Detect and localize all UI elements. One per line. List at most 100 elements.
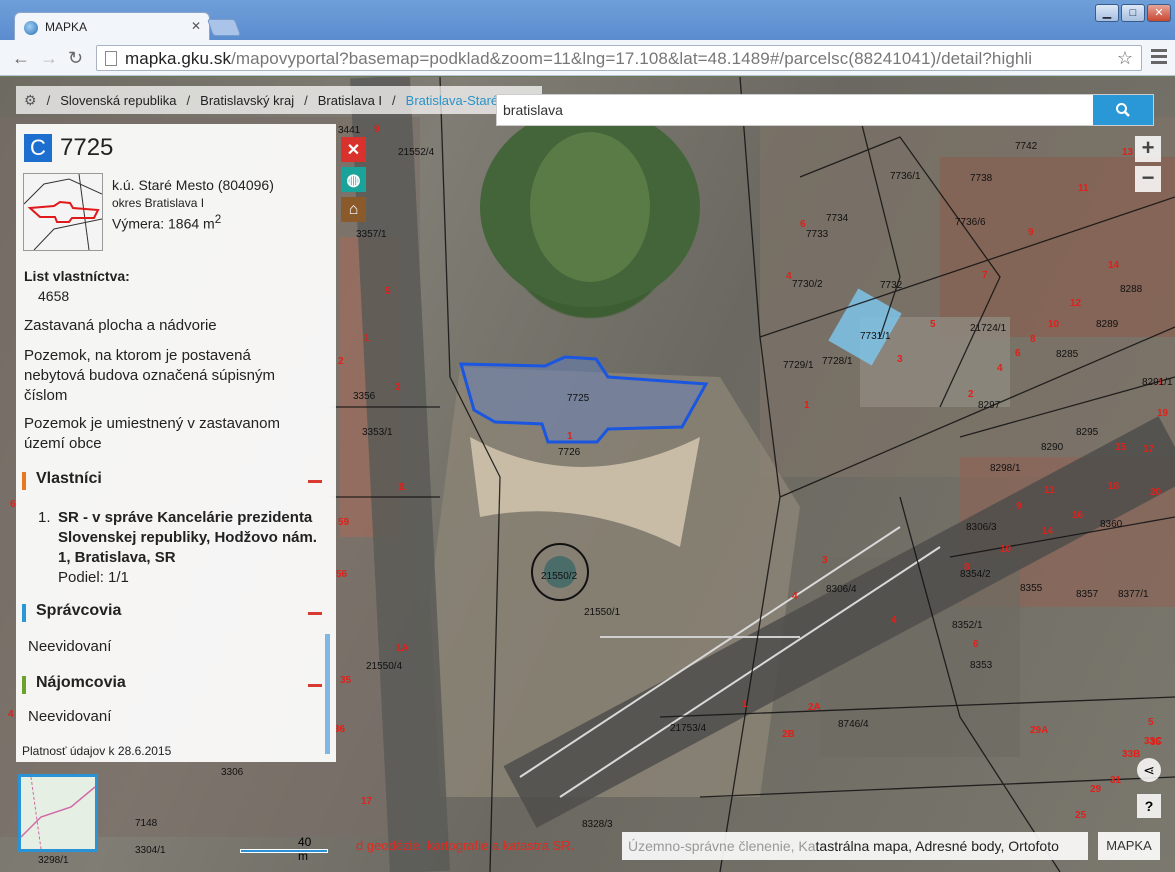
svg-text:7728/1: 7728/1 [822,356,853,367]
zoom-in-button[interactable]: + [1135,136,1161,162]
svg-text:2: 2 [338,356,344,367]
svg-text:7729/1: 7729/1 [783,360,814,371]
bookmark-star-icon[interactable]: ☆ [1117,48,1133,69]
najomcovia-value: Neevidovaní [28,708,112,725]
svg-text:8354/2: 8354/2 [960,569,991,580]
breadcrumb-item-district[interactable]: Bratislava I [318,93,382,108]
svg-text:3441: 3441 [338,125,361,136]
svg-text:7738: 7738 [970,173,993,184]
close-panel-button[interactable]: ✕ [341,137,366,162]
ownership-sheet-label: List vlastníctva: [24,268,130,284]
svg-text:8306/4: 8306/4 [826,584,857,595]
section-najomcovia[interactable]: Nájomcovia [22,674,322,696]
search-input[interactable] [501,101,1081,119]
overview-minimap[interactable] [18,774,98,852]
svg-text:59: 59 [338,517,350,528]
svg-text:10: 10 [1000,544,1012,555]
browser-menu-icon[interactable] [1151,49,1167,67]
svg-text:21550/1: 21550/1 [584,607,621,618]
breadcrumb-item-region[interactable]: Bratislavský kraj [200,93,294,108]
svg-text:9: 9 [1028,227,1034,238]
svg-text:7736/6: 7736/6 [955,217,986,228]
page-icon [105,51,117,66]
settings-icon[interactable]: ⚙ [24,92,37,109]
spravcovia-value: Neevidovaní [28,638,112,655]
collapse-icon[interactable] [308,684,322,687]
svg-text:8357: 8357 [1076,589,1099,600]
svg-text:8353: 8353 [970,660,993,671]
svg-text:8295: 8295 [1076,427,1099,438]
home-icon: ⌂ [348,200,359,218]
owner-share: Podiel: 1/1 [58,569,129,586]
new-tab-button[interactable] [206,19,242,36]
svg-text:11: 11 [1078,183,1089,194]
collapse-icon[interactable] [308,480,322,483]
svg-text:4: 4 [792,591,798,602]
svg-text:5: 5 [385,286,391,297]
maximize-button[interactable]: □ [1121,4,1145,22]
svg-text:7726: 7726 [558,447,581,458]
help-icon[interactable]: ? [1137,794,1161,818]
svg-text:8352/1: 8352/1 [952,620,983,631]
svg-text:11: 11 [1044,485,1055,496]
svg-text:2A: 2A [808,702,821,713]
address-bar[interactable]: mapka.gku.sk/mapovyportal?basemap=podkla… [96,45,1142,71]
collapse-icon[interactable] [308,612,322,615]
svg-text:21724/1: 21724/1 [970,323,1007,334]
svg-text:12: 12 [1070,298,1082,309]
search-button[interactable] [1093,95,1153,125]
parcel-thumbnail[interactable] [23,173,103,251]
svg-text:8289: 8289 [1096,319,1119,330]
active-layers[interactable]: Územno-správne členenie, Katastrálna map… [622,832,1088,860]
home-button[interactable]: ⌂ [341,197,366,222]
svg-text:7725: 7725 [567,393,590,404]
svg-text:8: 8 [1030,334,1036,345]
svg-text:4: 4 [891,615,897,626]
svg-text:1: 1 [364,333,370,344]
svg-text:5: 5 [930,319,936,330]
attribution-text[interactable]: d geodézie, kartografie a katastra SR. [356,838,574,853]
svg-text:29: 29 [1090,784,1102,795]
svg-text:10: 10 [1048,319,1060,330]
window-close-button[interactable]: ✕ [1147,4,1171,22]
svg-text:25: 25 [1075,810,1087,821]
svg-text:4: 4 [8,709,14,720]
district: okres Bratislava I [112,196,205,210]
panel-toolbar: ✕ ◍ ⌂ [341,137,366,227]
svg-text:3356: 3356 [353,391,376,402]
svg-text:1: 1 [398,482,404,493]
svg-text:21550/4: 21550/4 [366,661,403,672]
svg-text:56: 56 [336,569,348,580]
svg-text:18: 18 [1108,481,1120,492]
section-vlastnici[interactable]: Vlastníci [22,470,322,492]
svg-text:1: 1 [567,431,573,442]
svg-text:3298/1: 3298/1 [38,855,69,866]
svg-text:7736/1: 7736/1 [890,171,921,182]
back-arrow-icon[interactable]: ← [12,48,30,69]
svg-text:8377/1: 8377/1 [1118,589,1149,600]
mapka-button[interactable]: MAPKA [1098,832,1160,860]
share-icon[interactable]: ⋖ [1137,758,1161,782]
svg-text:16: 16 [1072,510,1084,521]
land-note-urban: Pozemok je umiestnený v zastavanom území… [24,415,280,452]
area: Výmera: 1864 m2 [112,213,222,232]
svg-text:13: 13 [1122,147,1134,158]
breadcrumb-item-country[interactable]: Slovenská republika [60,93,176,108]
svg-text:20: 20 [1150,487,1162,498]
reload-icon[interactable]: ↻ [68,48,83,69]
land-note-building: Pozemok, na ktorom je postavená nebytová… [24,347,276,404]
minimize-button[interactable]: ▁ [1095,4,1119,22]
ownership-sheet-value[interactable]: 4658 [38,288,69,304]
svg-text:9: 9 [1016,501,1022,512]
svg-text:17: 17 [1143,444,1155,455]
globe-button[interactable]: ◍ [341,167,366,192]
zoom-out-button[interactable]: − [1135,166,1161,192]
panel-scrollbar[interactable] [325,634,330,754]
url-text[interactable]: mapka.gku.sk/mapovyportal?basemap=podkla… [125,49,1125,69]
forward-arrow-icon[interactable]: → [40,48,58,69]
tab-close-icon[interactable]: ✕ [191,19,201,33]
section-spravcovia[interactable]: Správcovia [22,602,322,624]
browser-tab[interactable]: MAPKA ✕ [14,12,210,42]
svg-text:3353/1: 3353/1 [362,427,393,438]
search-icon [1116,103,1130,117]
